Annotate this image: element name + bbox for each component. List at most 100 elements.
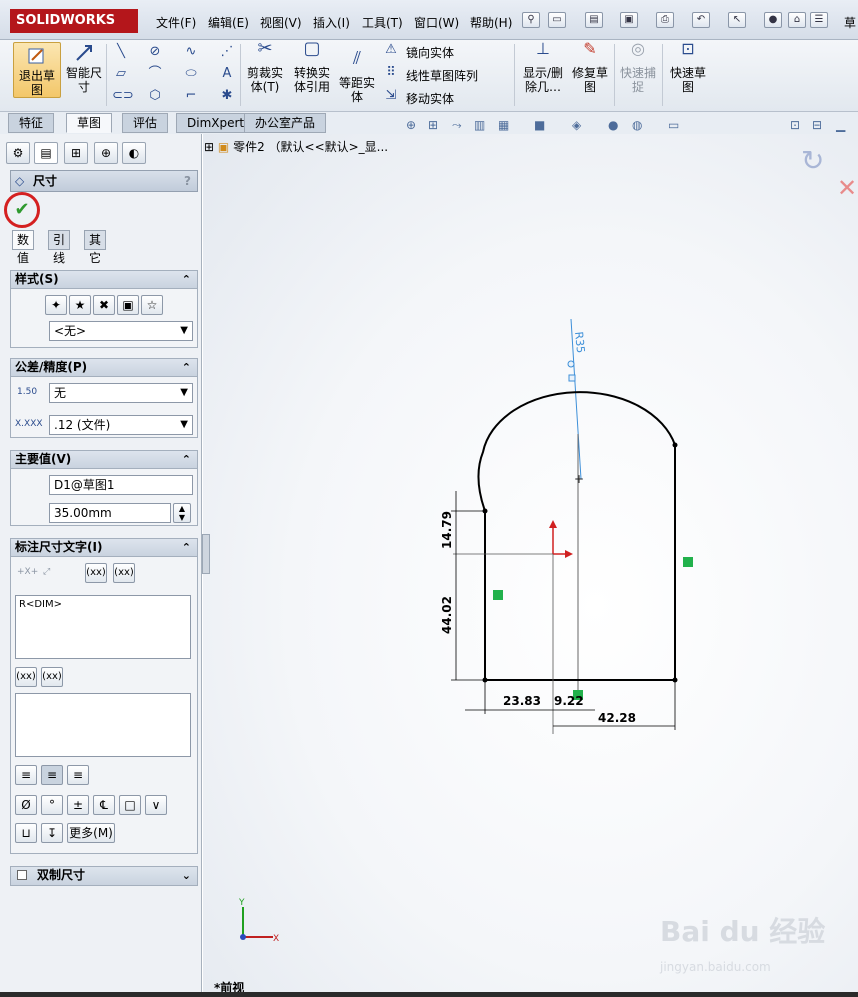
dimension-text-area[interactable]: R<DIM> bbox=[15, 595, 191, 659]
save-icon[interactable]: ▣ bbox=[620, 12, 638, 28]
polygon-icon[interactable]: ⬡ bbox=[146, 88, 164, 104]
previous-view-icon[interactable]: ⤳ bbox=[452, 118, 462, 133]
collapse-icon[interactable]: ⌃ bbox=[182, 271, 191, 288]
more-symbols-button[interactable]: 更多(M) bbox=[67, 823, 115, 843]
collapse-icon[interactable]: ⌃ bbox=[182, 539, 191, 556]
appearance-icon[interactable]: ● bbox=[608, 118, 618, 132]
load-style-icon[interactable]: ☆ bbox=[141, 295, 163, 315]
add-style-icon[interactable]: ★ bbox=[69, 295, 91, 315]
align-left-icon[interactable]: ≡ bbox=[15, 765, 37, 785]
dim-44-02[interactable]: 44.02 bbox=[440, 596, 454, 634]
property-manager-tab-icon[interactable]: ▤ bbox=[34, 142, 58, 164]
dimension-name-field[interactable]: D1@草图1 bbox=[49, 475, 193, 495]
view-orientation-icon[interactable]: ▦ bbox=[498, 118, 509, 132]
pin-icon[interactable]: ⚲ bbox=[522, 12, 540, 28]
menu-help[interactable]: 帮助(H) bbox=[470, 14, 512, 31]
inspection-dimension-button-2[interactable]: (xx) bbox=[41, 667, 63, 687]
display-manager-tab-icon[interactable]: ◐ bbox=[122, 142, 146, 164]
dual-dimension-header[interactable]: 双制尺寸 ⌄ bbox=[11, 867, 197, 885]
menu-view[interactable]: 视图(V) bbox=[260, 14, 302, 31]
zoom-to-fit-icon[interactable]: ⊕ bbox=[406, 118, 416, 132]
quick-snap-button[interactable]: ◎ 快速捕捉 bbox=[618, 41, 658, 95]
circle-icon[interactable]: ⊘ bbox=[146, 44, 164, 60]
dim-42-28[interactable]: 42.28 bbox=[598, 711, 636, 725]
dim-23-83[interactable]: 23.83 bbox=[503, 694, 541, 708]
delete-style-icon[interactable]: ✖ bbox=[93, 295, 115, 315]
ellipse-icon[interactable]: ⬭ bbox=[182, 66, 200, 82]
vertical-relation-icon[interactable] bbox=[493, 590, 503, 600]
text-position-icon[interactable]: +X+ bbox=[17, 567, 38, 577]
menu-tools[interactable]: 工具(T) bbox=[362, 14, 403, 31]
spin-stepper-icon[interactable]: ▲ ▼ bbox=[173, 503, 191, 523]
subtab-value[interactable]: 数值 bbox=[12, 230, 35, 265]
sketch-exit-corner-icon[interactable]: ↻ bbox=[801, 144, 824, 177]
counterbore-symbol-button[interactable]: ⊔ bbox=[15, 823, 37, 843]
dimxpert-manager-tab-icon[interactable]: ⊕ bbox=[94, 142, 118, 164]
repair-sketch-button[interactable]: ✎ 修复草图 bbox=[568, 41, 612, 95]
menu-file[interactable]: 文件(F) bbox=[156, 14, 196, 31]
window-minimize-icon[interactable]: ▁ bbox=[836, 118, 845, 132]
help-button[interactable]: ? bbox=[184, 171, 191, 191]
spline-icon[interactable]: ∿ bbox=[182, 44, 200, 60]
primary-value-header[interactable]: 主要值(V) ⌃ bbox=[11, 451, 197, 469]
collapse-icon[interactable]: ⌃ bbox=[182, 359, 191, 376]
window-tile-icon[interactable]: ⊟ bbox=[812, 118, 822, 132]
tab-features[interactable]: 特征 bbox=[8, 113, 55, 133]
exit-sketch-button[interactable]: 退出草图 bbox=[13, 42, 61, 98]
menu-sketch-overflow[interactable]: 草 bbox=[844, 14, 856, 31]
subtab-leaders[interactable]: 引线 bbox=[48, 230, 71, 265]
menu-insert[interactable]: 插入(I) bbox=[313, 14, 350, 31]
panel-collapse-handle[interactable] bbox=[202, 534, 210, 574]
convert-entities-button[interactable]: ▢ 转换实体引用 bbox=[290, 40, 334, 95]
configuration-manager-tab-icon[interactable]: ⊞ bbox=[64, 142, 88, 164]
graphics-area[interactable]: R35 + 14.79 44.02 23.83 9.22 42.28 X Y ↻… bbox=[203, 134, 858, 992]
vertical-relation-icon[interactable] bbox=[683, 557, 693, 567]
dual-dimension-checkbox[interactable] bbox=[17, 870, 27, 880]
dim-14-79[interactable]: 14.79 bbox=[440, 511, 454, 549]
countersink-symbol-button[interactable]: ∨ bbox=[145, 795, 167, 815]
arc-icon[interactable]: ⌒ bbox=[146, 66, 164, 82]
select-icon[interactable]: ↖ bbox=[728, 12, 746, 28]
menu-edit[interactable]: 编辑(E) bbox=[208, 14, 249, 31]
point-grid-icon[interactable]: ⋰ bbox=[218, 44, 236, 60]
trim-button[interactable]: ✂ 剪裁实体(T) bbox=[244, 40, 286, 95]
feature-tree-item[interactable]: 零件2 （默认<<默认>_显... bbox=[233, 140, 388, 154]
subtab-other[interactable]: 其它 bbox=[84, 230, 107, 265]
centerline-symbol-button[interactable]: ℄ bbox=[93, 795, 115, 815]
mirror-entities-button[interactable]: 镜向实体 bbox=[406, 44, 454, 61]
dimension-text-area-2[interactable] bbox=[15, 693, 191, 757]
diameter-symbol-button[interactable]: Ø bbox=[15, 795, 37, 815]
feature-tree-flyout[interactable]: ⊞ ▣ 零件2 （默认<<默认>_显... bbox=[204, 138, 388, 155]
text-angle-icon[interactable]: ⤢ bbox=[43, 567, 50, 577]
add-parentheses-button-2[interactable]: (xx) bbox=[15, 667, 37, 687]
text-icon[interactable]: A bbox=[218, 66, 236, 82]
collapse-icon[interactable]: ⌃ bbox=[182, 451, 191, 468]
inspection-dimension-button[interactable]: (xx) bbox=[113, 563, 135, 583]
arc-midpoint-handle[interactable] bbox=[568, 374, 576, 382]
apply-default-style-icon[interactable]: ✦ bbox=[45, 295, 67, 315]
leader-handle[interactable] bbox=[567, 360, 575, 368]
radius-label[interactable]: R35 bbox=[572, 331, 587, 354]
align-center-icon[interactable]: ≡ bbox=[41, 765, 63, 785]
expand-chevron-icon[interactable]: ⌄ bbox=[182, 867, 191, 884]
undo-icon[interactable]: ↶ bbox=[692, 12, 710, 28]
vertex-point[interactable] bbox=[672, 442, 678, 448]
slot-icon[interactable]: ⊂⊃ bbox=[112, 88, 134, 104]
square-symbol-button[interactable]: □ bbox=[119, 795, 141, 815]
move-entities-button[interactable]: 移动实体 bbox=[406, 90, 454, 107]
window-restore-icon[interactable]: ⊡ bbox=[790, 118, 800, 132]
feature-manager-tab-icon[interactable]: ⚙ bbox=[6, 142, 30, 164]
show-delete-relations-button[interactable]: ⊥ 显示/删除几… bbox=[518, 41, 568, 95]
tab-office-products[interactable]: 办公室产品 bbox=[244, 113, 327, 133]
section-view-icon[interactable]: ▥ bbox=[474, 118, 485, 132]
tab-evaluate[interactable]: 评估 bbox=[122, 113, 169, 133]
align-right-icon[interactable]: ≡ bbox=[67, 765, 89, 785]
point-icon[interactable]: ✱ bbox=[218, 88, 236, 104]
add-parentheses-button[interactable]: (xx) bbox=[85, 563, 107, 583]
menu-window[interactable]: 窗口(W) bbox=[414, 14, 459, 31]
dimension-value-field[interactable]: 35.00mm bbox=[49, 503, 171, 523]
print-icon[interactable]: ⎙ bbox=[656, 12, 674, 28]
new-icon[interactable]: ▭ bbox=[548, 12, 566, 28]
rapid-sketch-button[interactable]: ⊡ 快速草图 bbox=[666, 41, 710, 95]
style-group-header[interactable]: 样式(S) ⌃ bbox=[11, 271, 197, 289]
